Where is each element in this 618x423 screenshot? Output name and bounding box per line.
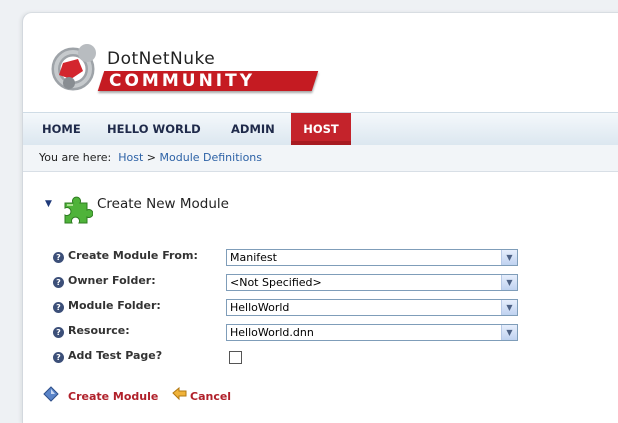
nav-item-host[interactable]: HOST xyxy=(291,113,351,145)
dnn-logo[interactable]: DotNetNuke COMMUNITY xyxy=(43,39,323,101)
page-container: DotNetNuke COMMUNITY HOME HELLO WORLD AD… xyxy=(22,12,618,423)
add-test-page-checkbox[interactable] xyxy=(229,351,242,364)
diamond-icon xyxy=(43,386,59,402)
dnn-logo-icon xyxy=(51,44,96,91)
nav-item-hello-world[interactable]: HELLO WORLD xyxy=(107,113,201,145)
section-title: Create New Module xyxy=(97,196,229,212)
breadcrumb-separator: > xyxy=(146,151,157,164)
help-icon[interactable]: ? xyxy=(53,352,64,363)
create-from-label: ? Create Module From: xyxy=(53,247,198,265)
logo-title: DotNetNuke xyxy=(107,49,216,69)
puzzle-icon xyxy=(64,196,93,224)
nav-item-home[interactable]: HOME xyxy=(42,113,81,145)
owner-folder-select[interactable]: <Not Specified> ▼ xyxy=(226,274,518,291)
logo-subtitle: COMMUNITY xyxy=(109,71,256,91)
breadcrumb-link-host[interactable]: Host xyxy=(118,151,143,164)
dropdown-arrow-icon[interactable]: ▼ xyxy=(501,250,517,265)
breadcrumb-label: You are here: xyxy=(39,151,112,164)
cancel-button[interactable]: Cancel xyxy=(190,390,231,403)
main-nav: HOME HELLO WORLD ADMIN HOST xyxy=(23,112,618,146)
help-icon[interactable]: ? xyxy=(53,252,64,263)
dropdown-arrow-icon[interactable]: ▼ xyxy=(501,300,517,315)
add-test-page-label: ? Add Test Page? xyxy=(53,347,162,365)
owner-folder-label: ? Owner Folder: xyxy=(53,272,156,290)
dropdown-arrow-icon[interactable]: ▼ xyxy=(501,275,517,290)
dropdown-arrow-icon[interactable]: ▼ xyxy=(501,325,517,340)
breadcrumb-link-module-definitions[interactable]: Module Definitions xyxy=(160,151,263,164)
resource-select[interactable]: HelloWorld.dnn ▼ xyxy=(226,324,518,341)
help-icon[interactable]: ? xyxy=(53,277,64,288)
create-from-select[interactable]: Manifest ▼ xyxy=(226,249,518,266)
help-icon[interactable]: ? xyxy=(53,302,64,313)
collapse-arrow-icon[interactable]: ▼ xyxy=(45,199,52,209)
module-folder-label: ? Module Folder: xyxy=(53,297,161,315)
breadcrumb: You are here: Host > Module Definitions xyxy=(23,145,618,172)
cancel-arrow-icon xyxy=(172,387,187,401)
help-icon[interactable]: ? xyxy=(53,327,64,338)
nav-item-admin[interactable]: ADMIN xyxy=(231,113,275,145)
module-folder-select[interactable]: HelloWorld ▼ xyxy=(226,299,518,316)
create-module-button[interactable]: Create Module xyxy=(68,390,158,403)
resource-label: ? Resource: xyxy=(53,322,130,340)
